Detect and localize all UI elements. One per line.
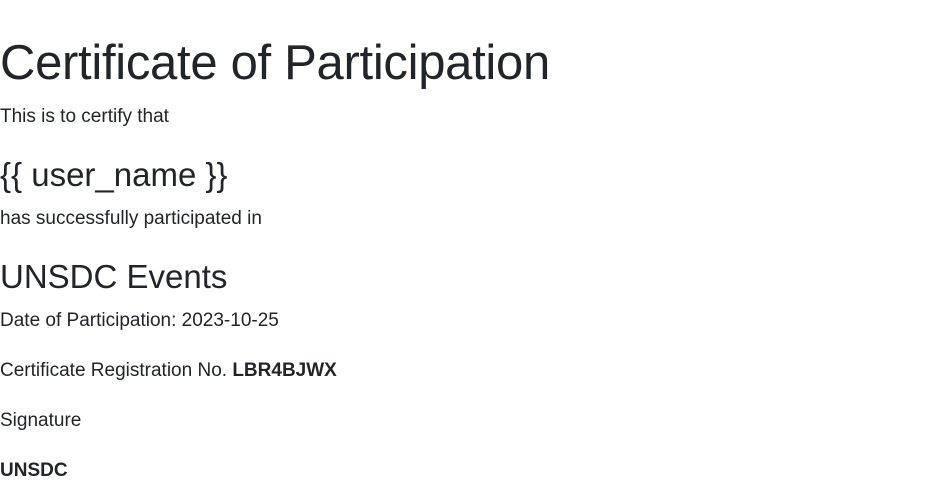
registration-label: Certificate Registration No. [0,360,228,381]
date-value: 2023-10-25 [181,310,279,331]
participated-text: has successfully participated in [0,208,262,229]
date-label: Date of Participation: [0,310,177,331]
recipient-name: {{ user_name }} [0,156,228,193]
registration-number-line: Certificate Registration No. LBR4BJWX [0,359,337,383]
signatory-name: UNSDC [0,460,68,481]
signature-label: Signature [0,410,82,431]
registration-number: LBR4BJWX [232,360,337,381]
participation-date: Date of Participation: 2023-10-25 [0,309,279,333]
event-name: UNSDC Events [0,258,228,295]
certificate-title: Certificate of Participation [0,36,550,90]
certify-intro-text: This is to certify that [0,106,169,127]
